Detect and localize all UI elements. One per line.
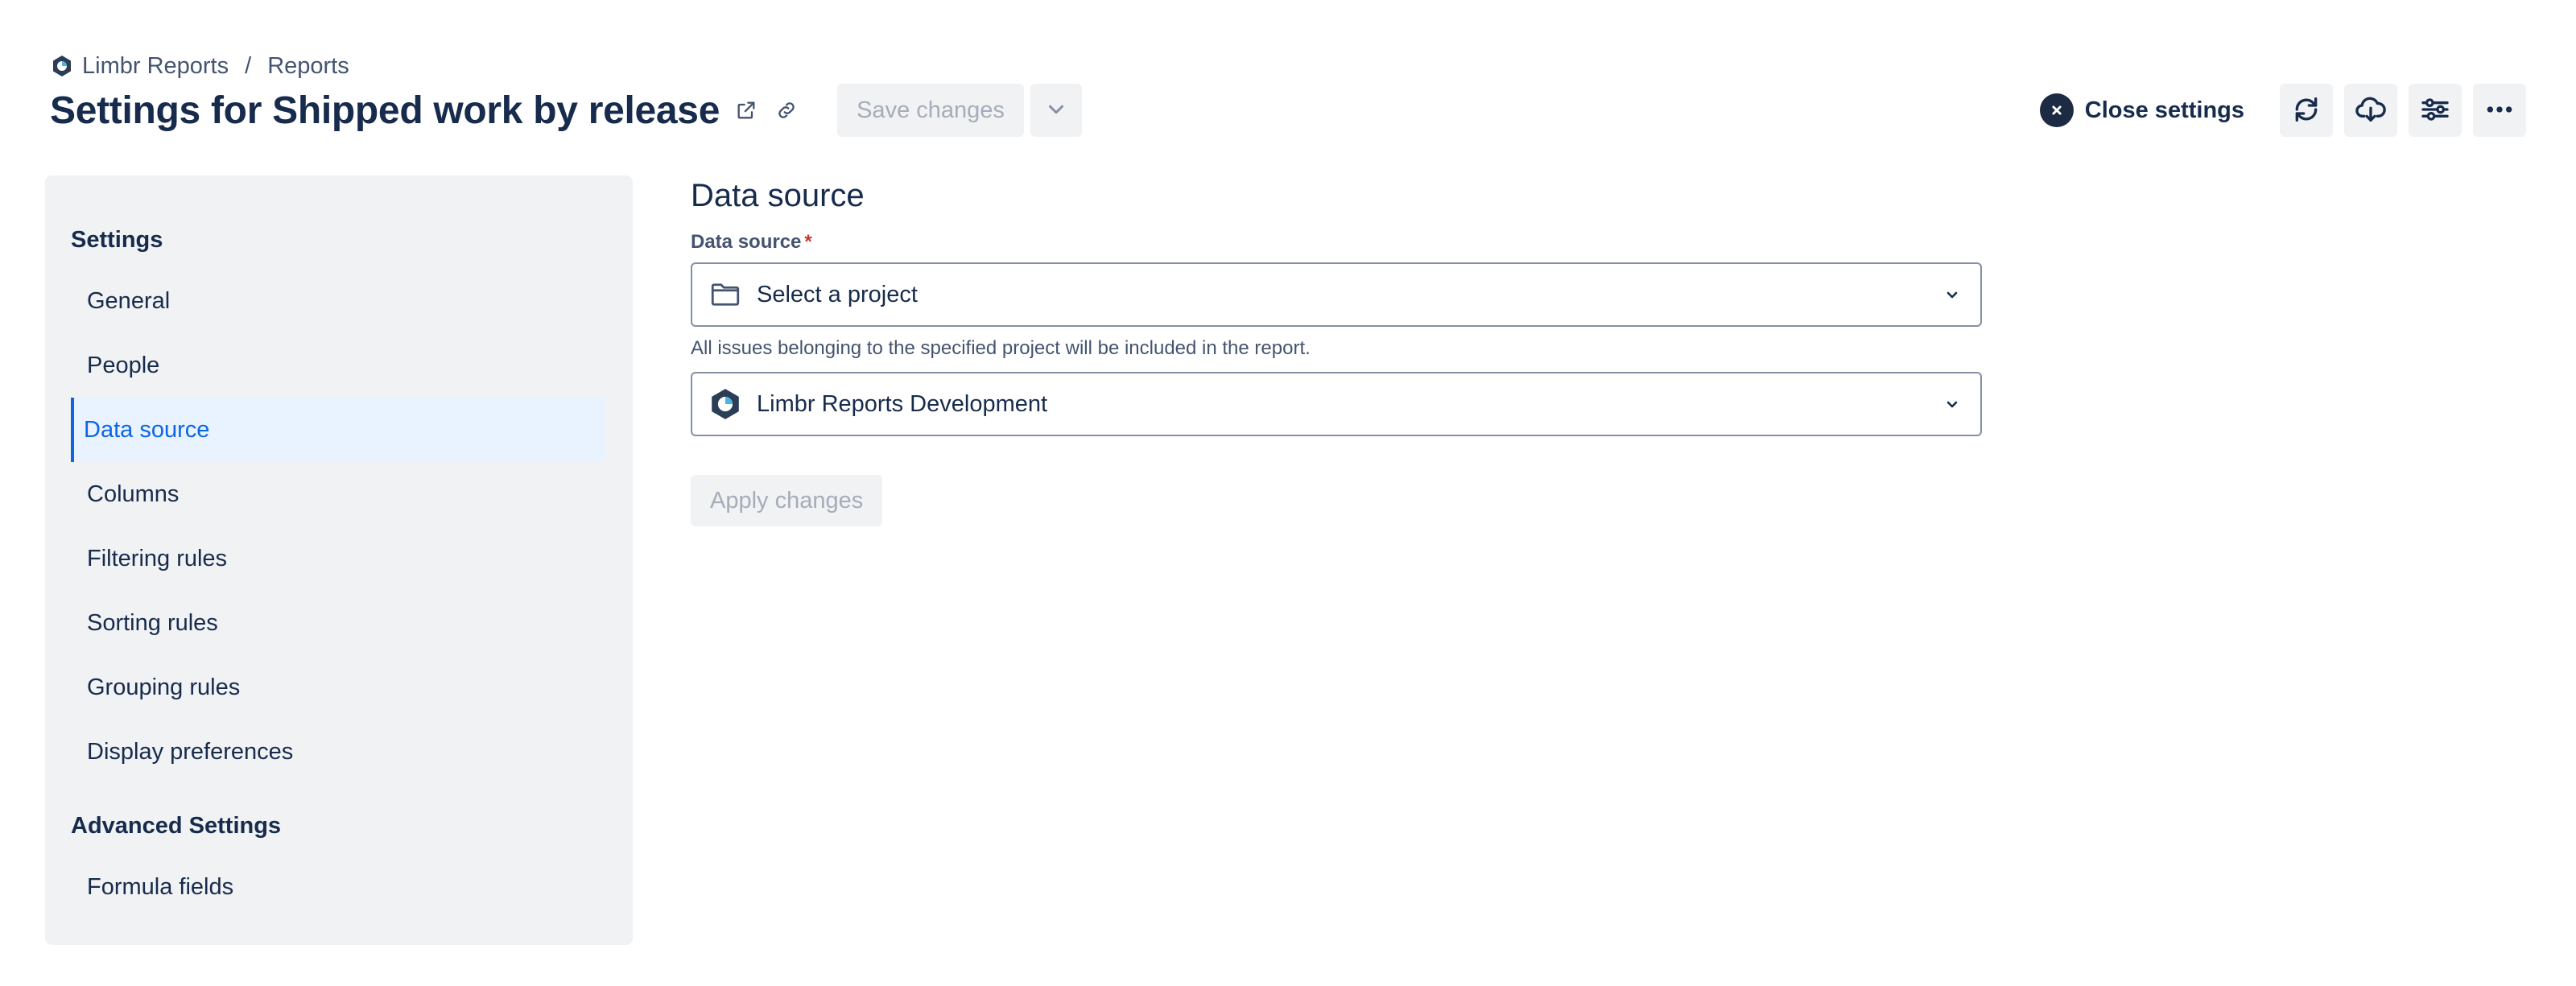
project-select[interactable]: Limbr Reports Development bbox=[691, 372, 1982, 436]
project-avatar-icon bbox=[708, 387, 742, 421]
settings-heading: Settings bbox=[71, 226, 163, 253]
save-options-button[interactable] bbox=[1030, 84, 1082, 137]
header-actions: Close settings bbox=[2039, 84, 2526, 137]
save-changes-button[interactable]: Save changes bbox=[837, 84, 1024, 137]
data-source-helper-text: All issues belonging to the specified pr… bbox=[691, 337, 1311, 359]
project-value: Limbr Reports Development bbox=[757, 390, 1048, 417]
page-header: Settings for Shipped work by release Sav… bbox=[50, 84, 1082, 137]
external-link-icon[interactable] bbox=[733, 97, 760, 124]
data-source-panel: Data source Data source * Select a proje… bbox=[691, 175, 1987, 526]
cloud-download-icon bbox=[2355, 93, 2387, 128]
sidebar-item-grouping-rules[interactable]: Grouping rules bbox=[71, 655, 605, 720]
sidebar-item-filtering-rules[interactable]: Filtering rules bbox=[71, 526, 605, 591]
filters-button[interactable] bbox=[2409, 84, 2462, 137]
sidebar-item-people[interactable]: People bbox=[71, 333, 605, 398]
refresh-icon bbox=[2290, 93, 2322, 128]
sidebar-item-formula-fields[interactable]: Formula fields bbox=[71, 855, 605, 919]
close-settings-button[interactable]: Close settings bbox=[2039, 93, 2244, 127]
section-title: Data source bbox=[691, 177, 865, 213]
sidebar-item-sorting-rules[interactable]: Sorting rules bbox=[71, 591, 605, 655]
chevron-down-icon bbox=[1044, 97, 1068, 124]
export-button[interactable] bbox=[2344, 84, 2397, 137]
sidebar-item-general[interactable]: General bbox=[71, 269, 605, 333]
sidebar-item-display-preferences[interactable]: Display preferences bbox=[71, 720, 605, 784]
breadcrumb-app-link[interactable]: Limbr Reports bbox=[82, 53, 229, 80]
more-icon bbox=[2483, 93, 2516, 128]
page-title: Settings for Shipped work by release bbox=[50, 89, 720, 132]
breadcrumb: Limbr Reports / Reports bbox=[50, 50, 349, 82]
data-source-label: Data source * bbox=[691, 230, 1987, 254]
limbr-logo-icon bbox=[50, 54, 74, 78]
chevron-down-icon bbox=[1940, 283, 1964, 307]
breadcrumb-separator: / bbox=[245, 52, 252, 79]
link-icon[interactable] bbox=[773, 97, 800, 124]
data-source-value: Select a project bbox=[757, 281, 918, 307]
settings-sidebar: Settings General People Data source Colu… bbox=[45, 175, 633, 945]
data-source-select[interactable]: Select a project bbox=[691, 262, 1982, 327]
apply-changes-button[interactable]: Apply changes bbox=[691, 475, 883, 526]
chevron-down-icon bbox=[1940, 392, 1964, 416]
required-marker: * bbox=[804, 231, 812, 253]
advanced-settings-heading: Advanced Settings bbox=[71, 812, 282, 839]
close-settings-label: Close settings bbox=[2084, 97, 2244, 123]
folder-icon bbox=[708, 278, 742, 311]
sidebar-item-columns[interactable]: Columns bbox=[71, 462, 605, 526]
refresh-button[interactable] bbox=[2280, 84, 2333, 137]
breadcrumb-reports-link[interactable]: Reports bbox=[267, 53, 349, 80]
data-source-label-text: Data source bbox=[691, 231, 802, 253]
sidebar-item-data-source[interactable]: Data source bbox=[71, 398, 605, 462]
more-actions-button[interactable] bbox=[2473, 84, 2526, 137]
close-circle-icon bbox=[2039, 93, 2074, 127]
sliders-icon bbox=[2419, 93, 2451, 128]
